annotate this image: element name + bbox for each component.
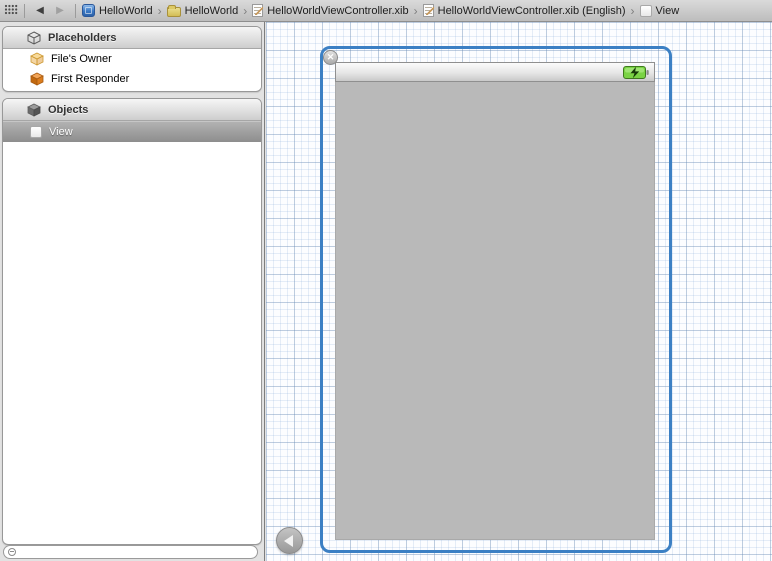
- view-icon: [30, 126, 42, 138]
- objects-section: Objects View: [2, 98, 262, 545]
- xib-file-icon: [252, 4, 263, 17]
- solid-cube-icon: [27, 103, 41, 117]
- outline-row-label: View: [49, 126, 73, 138]
- outline-row-first-responder[interactable]: First Responder: [3, 69, 261, 89]
- jump-bar: ◀ ▶ HelloWorld › HelloWorld › HelloWorld…: [0, 0, 772, 22]
- folder-icon: [167, 7, 181, 17]
- related-items-icon[interactable]: [4, 4, 18, 18]
- files-owner-cube-icon: [30, 52, 44, 66]
- forward-button[interactable]: ▶: [51, 5, 69, 16]
- document-outline-pane: Placeholders File's Owner First Responde…: [0, 22, 265, 561]
- xcode-editor-window: ◀ ▶ HelloWorld › HelloWorld › HelloWorld…: [0, 0, 772, 561]
- breadcrumb-item-xib-locale[interactable]: HelloWorldViewController.xib (English): [423, 4, 626, 17]
- outline-row-label: First Responder: [51, 73, 129, 85]
- view-icon: [640, 5, 652, 17]
- hide-outline-button[interactable]: [276, 527, 303, 554]
- back-button[interactable]: ◀: [31, 5, 49, 16]
- outline-filter-field[interactable]: [3, 545, 258, 559]
- breadcrumb-separator: ›: [631, 4, 635, 18]
- breadcrumb-separator: ›: [243, 4, 247, 18]
- interface-builder-canvas[interactable]: ✕: [266, 22, 772, 561]
- toolbar-divider: [24, 4, 25, 18]
- placeholders-header[interactable]: Placeholders: [3, 27, 261, 49]
- filter-icon: [8, 548, 16, 556]
- section-title: Objects: [48, 104, 88, 116]
- filter-input[interactable]: [19, 547, 257, 557]
- objects-header[interactable]: Objects: [3, 99, 261, 121]
- simulated-status-bar: [335, 62, 655, 82]
- breadcrumb-item-xib[interactable]: HelloWorldViewController.xib: [252, 4, 408, 17]
- view-content-area[interactable]: [335, 82, 655, 540]
- outline-row-files-owner[interactable]: File's Owner: [3, 49, 261, 69]
- breadcrumb-item-view[interactable]: View: [640, 5, 680, 17]
- wireframe-cube-icon: [27, 31, 41, 45]
- section-title: Placeholders: [48, 32, 116, 44]
- view-selection-frame[interactable]: ✕: [320, 46, 672, 553]
- breadcrumb-label: View: [656, 5, 680, 17]
- breadcrumb-label: HelloWorldViewController.xib: [267, 5, 408, 17]
- breadcrumb-separator: ›: [414, 4, 418, 18]
- xcode-project-icon: [82, 4, 95, 17]
- breadcrumb-separator: ›: [158, 4, 162, 18]
- outline-row-label: File's Owner: [51, 53, 112, 65]
- left-triangle-icon: [284, 535, 293, 547]
- breadcrumb-label: HelloWorld: [99, 5, 153, 17]
- breadcrumb-label: HelloWorld: [185, 5, 239, 17]
- placeholders-section: Placeholders File's Owner First Responde…: [2, 26, 262, 92]
- outline-row-view[interactable]: View: [3, 121, 261, 142]
- battery-charging-icon: [623, 66, 649, 84]
- breadcrumb-item-project[interactable]: HelloWorld: [82, 4, 153, 17]
- xib-file-icon: [423, 4, 434, 17]
- breadcrumb-label: HelloWorldViewController.xib (English): [438, 5, 626, 17]
- toolbar-divider: [75, 4, 76, 18]
- breadcrumb-item-group[interactable]: HelloWorld: [167, 4, 239, 17]
- iphone-view[interactable]: [335, 62, 655, 540]
- first-responder-cube-icon: [30, 72, 44, 86]
